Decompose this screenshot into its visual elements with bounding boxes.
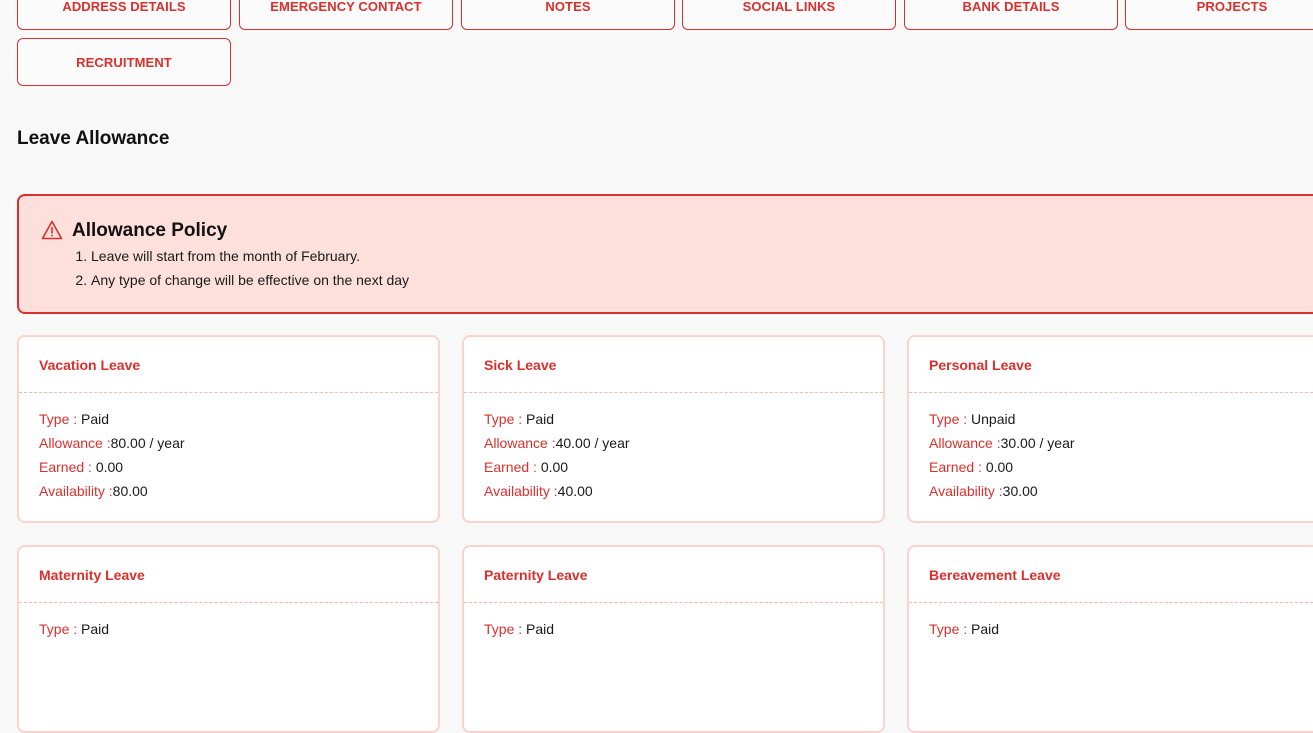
availability-label: Availability : xyxy=(929,483,1003,499)
type-label: Type : xyxy=(929,411,972,427)
availability-label: Availability : xyxy=(484,483,558,499)
type-value: Paid xyxy=(526,411,555,427)
leave-card-title: Sick Leave xyxy=(464,337,883,393)
policy-item: Leave will start from the month of Febru… xyxy=(91,244,409,268)
type-value: Unpaid xyxy=(971,411,1016,427)
leave-card-title: Personal Leave xyxy=(909,337,1313,393)
warning-icon xyxy=(41,220,63,240)
tab-social-links[interactable]: SOCIAL LINKS xyxy=(682,0,896,30)
leave-card-maternity: Maternity Leave Type : Paid xyxy=(17,545,440,733)
tab-emergency-contact[interactable]: EMERGENCY CONTACT xyxy=(239,0,453,30)
leave-card-personal: Personal Leave Type : Unpaid Allowance :… xyxy=(907,335,1313,523)
allowance-policy-alert: Allowance Policy Leave will start from t… xyxy=(17,194,1313,314)
leave-card-title: Maternity Leave xyxy=(19,547,438,603)
availability-value: 40.00 xyxy=(557,483,593,499)
allowance-value: 40.00 / year xyxy=(555,435,630,451)
leave-card-title: Bereavement Leave xyxy=(909,547,1313,603)
type-label: Type : xyxy=(929,621,972,637)
earned-label: Earned : xyxy=(39,459,96,475)
earned-value: 0.00 xyxy=(985,459,1014,475)
availability-value: 80.00 xyxy=(112,483,148,499)
allowance-value: 80.00 / year xyxy=(110,435,185,451)
type-label: Type : xyxy=(484,621,527,637)
policy-item: Any type of change will be effective on … xyxy=(91,268,409,292)
leave-card-title: Vacation Leave xyxy=(19,337,438,393)
earned-label: Earned : xyxy=(929,459,986,475)
leave-card-vacation: Vacation Leave Type : Paid Allowance :80… xyxy=(17,335,440,523)
policy-title: Allowance Policy xyxy=(72,220,228,241)
type-label: Type : xyxy=(484,411,527,427)
type-label: Type : xyxy=(39,621,82,637)
tab-notes[interactable]: NOTES xyxy=(461,0,675,30)
type-value: Paid xyxy=(81,621,110,637)
allowance-label: Allowance : xyxy=(929,435,1001,451)
allowance-label: Allowance : xyxy=(484,435,556,451)
tab-projects[interactable]: PROJECTS xyxy=(1125,0,1313,30)
section-title: Leave Allowance xyxy=(17,128,170,149)
leave-card-paternity: Paternity Leave Type : Paid xyxy=(462,545,885,733)
leave-card-bereavement: Bereavement Leave Type : Paid xyxy=(907,545,1313,733)
type-label: Type : xyxy=(39,411,82,427)
type-value: Paid xyxy=(81,411,110,427)
earned-label: Earned : xyxy=(484,459,541,475)
policy-list: Leave will start from the month of Febru… xyxy=(59,244,409,292)
earned-value: 0.00 xyxy=(540,459,569,475)
allowance-value: 30.00 / year xyxy=(1000,435,1075,451)
allowance-label: Allowance : xyxy=(39,435,111,451)
type-value: Paid xyxy=(971,621,1000,637)
leave-card-title: Paternity Leave xyxy=(464,547,883,603)
type-value: Paid xyxy=(526,621,555,637)
availability-value: 30.00 xyxy=(1002,483,1038,499)
tab-recruitment[interactable]: RECRUITMENT xyxy=(17,38,231,86)
availability-label: Availability : xyxy=(39,483,113,499)
tab-address-details[interactable]: ADDRESS DETAILS xyxy=(17,0,231,30)
leave-card-sick: Sick Leave Type : Paid Allowance :40.00 … xyxy=(462,335,885,523)
tab-bank-details[interactable]: BANK DETAILS xyxy=(904,0,1118,30)
earned-value: 0.00 xyxy=(95,459,124,475)
